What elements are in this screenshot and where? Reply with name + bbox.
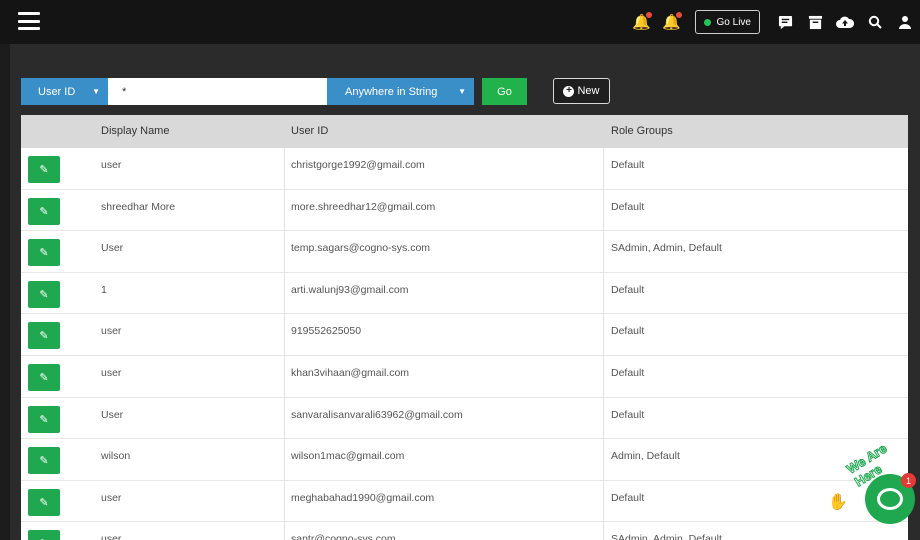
edit-icon: ✎ bbox=[39, 163, 49, 176]
edit-user-button[interactable]: ✎ bbox=[28, 447, 60, 475]
go-live-button[interactable]: Go Live bbox=[694, 10, 760, 34]
cell-display-name: wilson bbox=[101, 450, 131, 463]
cell-display-name: shreedhar More bbox=[101, 200, 176, 213]
cell-display-name: user bbox=[101, 366, 122, 379]
table-row: ✎ user santr@cogno-sys.com SAdmin, Admin, D… bbox=[21, 522, 908, 540]
edit-icon: ✎ bbox=[39, 204, 49, 218]
search-icon[interactable] bbox=[864, 11, 886, 33]
cell-role-groups: Default bbox=[611, 366, 645, 379]
edit-icon: ✎ bbox=[39, 454, 49, 468]
users-table: Display Name User ID Role Groups ✎ user ch… bbox=[21, 115, 908, 540]
search-input[interactable] bbox=[108, 78, 327, 105]
cell-user-id: arti.walunj93@gmail.com bbox=[291, 283, 409, 296]
edit-icon: ✎ bbox=[39, 287, 49, 301]
cell-role-groups: Default bbox=[611, 200, 645, 213]
go-live-label: Go Live bbox=[716, 16, 751, 28]
search-field-label: User ID bbox=[38, 85, 76, 98]
table-row: ✎ 1 arti.walunj93@gmail.com Default bbox=[21, 272, 908, 315]
top-navbar: 🔔 🔔 Go Live bbox=[0, 0, 920, 44]
cell-role-groups: SAdmin, Admin, Default bbox=[611, 242, 722, 255]
cell-display-name: user bbox=[101, 533, 122, 540]
table-row: ✎ User temp.sagars@cogno-sys.com SAdmin, Ad… bbox=[21, 231, 908, 273]
menu-icon[interactable] bbox=[18, 12, 40, 30]
edit-user-button[interactable]: ✎ bbox=[28, 405, 60, 433]
chat-widget[interactable]: We Are Here ✋ 1 bbox=[826, 440, 920, 540]
cell-display-name: 1 bbox=[101, 283, 107, 296]
edit-user-button[interactable]: ✎ bbox=[28, 197, 60, 225]
table-row: ✎ User sanvaralisanvarali63962@gmail.com De… bbox=[21, 397, 908, 440]
plus-circle-icon: + bbox=[563, 85, 575, 97]
table-body: ✎ user christgorge1992@gmail.com Default ✎ sh… bbox=[21, 148, 908, 540]
cell-user-id: temp.sagars@cogno-sys.com bbox=[291, 242, 431, 255]
table-row: ✎ user 919552625050 Default bbox=[21, 314, 908, 356]
cell-user-id: christgorge1992@gmail.com bbox=[291, 159, 425, 171]
edit-user-button[interactable]: ✎ bbox=[28, 322, 60, 350]
chat-bubble-icon bbox=[877, 488, 903, 510]
caret-down-icon: ▼ bbox=[92, 87, 100, 96]
cell-display-name: user bbox=[101, 159, 122, 171]
cell-role-groups: Default bbox=[611, 491, 645, 504]
table-row: ✎ user meghabahad1990@gmail.com Default bbox=[21, 480, 908, 523]
cell-display-name: user bbox=[101, 325, 122, 338]
new-button-label: New bbox=[577, 85, 600, 97]
caret-down-icon: ▼ bbox=[458, 87, 466, 96]
sidebar-edge bbox=[0, 44, 10, 540]
column-header-user-id[interactable]: User ID bbox=[291, 125, 328, 137]
edit-icon: ✎ bbox=[39, 495, 49, 509]
cell-user-id: khan3vihaan@gmail.com bbox=[291, 366, 410, 379]
bell-icon[interactable]: 🔔 bbox=[631, 11, 653, 33]
top-icon-group: 🔔 🔔 Go Live bbox=[627, 0, 920, 44]
user-icon[interactable] bbox=[894, 11, 916, 33]
bell-icon[interactable]: 🔔 bbox=[661, 11, 683, 33]
chat-unread-badge: 1 bbox=[901, 473, 916, 488]
search-mode-select[interactable]: Anywhere in String ▼ bbox=[327, 78, 474, 105]
cell-user-id: 919552625050 bbox=[291, 325, 362, 338]
go-button[interactable]: Go bbox=[482, 78, 527, 105]
edit-icon: ✎ bbox=[39, 412, 49, 426]
cell-user-id: sanvaralisanvarali63962@gmail.com bbox=[291, 408, 463, 421]
cell-display-name: User bbox=[101, 242, 124, 255]
inbox-icon[interactable] bbox=[804, 11, 826, 33]
status-dot-icon bbox=[703, 18, 711, 26]
table-row: ✎ shreedhar More more.shreedhar12@gmail.co… bbox=[21, 189, 908, 232]
edit-user-button[interactable]: ✎ bbox=[28, 280, 60, 308]
edit-icon: ✎ bbox=[39, 370, 49, 384]
waving-hand-icon: ✋ bbox=[828, 492, 848, 511]
edit-icon: ✎ bbox=[39, 329, 49, 343]
table-row: ✎ wilson wilson1mac@gmail.com Admin, Defaul… bbox=[21, 439, 908, 481]
column-header-role-groups[interactable]: Role Groups bbox=[611, 125, 673, 137]
edit-user-button[interactable]: ✎ bbox=[28, 363, 60, 391]
cell-user-id: wilson1mac@gmail.com bbox=[291, 450, 405, 463]
table-header: Display Name User ID Role Groups bbox=[21, 115, 908, 148]
cell-user-id: meghabahad1990@gmail.com bbox=[291, 491, 435, 504]
cell-role-groups: Admin, Default bbox=[611, 450, 680, 463]
cell-role-groups: SAdmin, Admin, Default bbox=[611, 533, 722, 540]
search-mode-label: Anywhere in String bbox=[345, 85, 438, 98]
cell-role-groups: Default bbox=[611, 408, 645, 421]
chat-list-icon[interactable] bbox=[774, 11, 796, 33]
column-header-display-name[interactable]: Display Name bbox=[101, 125, 169, 137]
cell-user-id: santr@cogno-sys.com bbox=[291, 533, 396, 540]
search-field-select[interactable]: User ID ▼ bbox=[21, 78, 108, 105]
new-button[interactable]: + New bbox=[553, 78, 610, 104]
cell-display-name: user bbox=[101, 491, 122, 504]
edit-user-button[interactable]: ✎ bbox=[28, 530, 60, 540]
edit-user-button[interactable]: ✎ bbox=[28, 239, 60, 267]
edit-user-button[interactable]: ✎ bbox=[28, 156, 60, 183]
table-row: ✎ user khan3vihaan@gmail.com Default bbox=[21, 355, 908, 398]
edit-user-button[interactable]: ✎ bbox=[28, 488, 60, 516]
cell-role-groups: Default bbox=[611, 325, 645, 338]
cell-role-groups: Default bbox=[611, 283, 645, 296]
cell-user-id: more.shreedhar12@gmail.com bbox=[291, 200, 436, 213]
edit-icon: ✎ bbox=[39, 246, 49, 260]
table-row: ✎ user christgorge1992@gmail.com Default bbox=[21, 148, 908, 190]
search-bar: User ID ▼ Anywhere in String ▼ bbox=[21, 78, 474, 105]
cell-role-groups: Default bbox=[611, 159, 645, 171]
cell-display-name: User bbox=[101, 408, 124, 421]
cloud-upload-icon[interactable] bbox=[834, 11, 856, 33]
